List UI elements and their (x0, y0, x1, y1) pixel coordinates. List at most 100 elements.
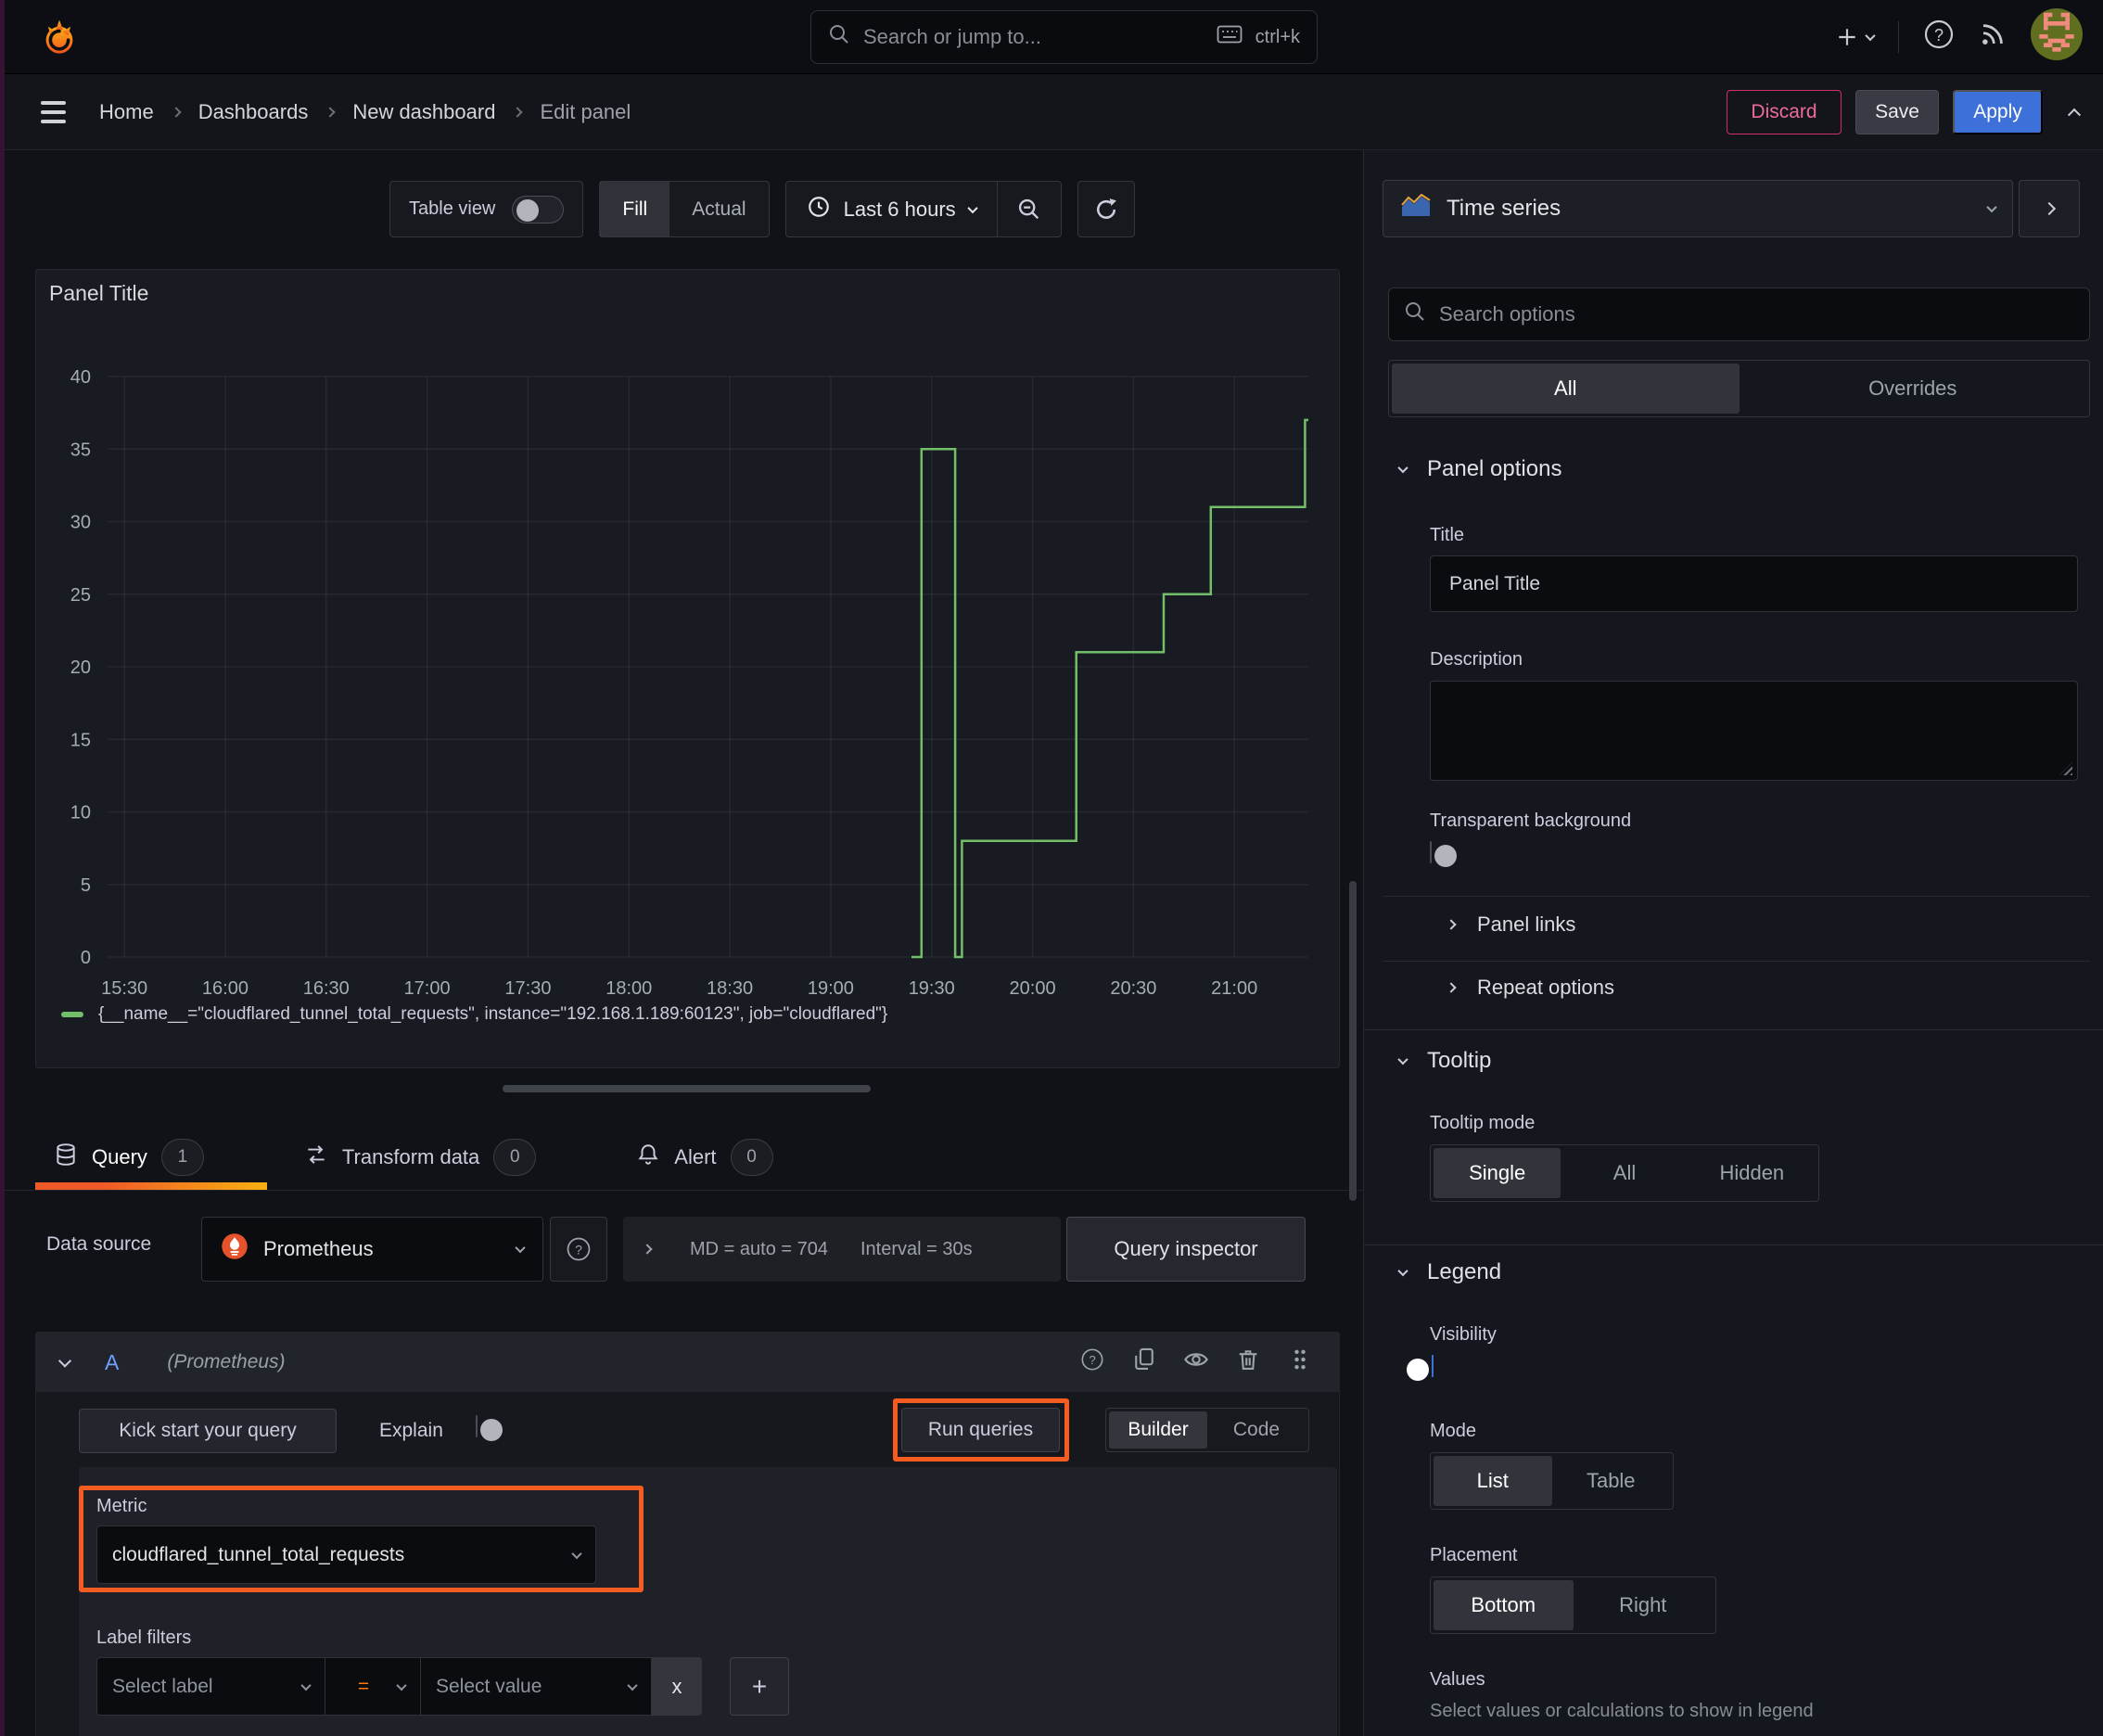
breadcrumb-separator-icon (512, 106, 524, 118)
tab-query-label: Query (92, 1145, 147, 1168)
scrollbar[interactable] (1349, 881, 1357, 1201)
search-shortcut: ctrl+k (1255, 26, 1300, 47)
delete-query-icon[interactable] (1235, 1347, 1261, 1378)
toggle-pane-button[interactable] (2019, 180, 2080, 237)
chevron-down-icon (627, 1679, 638, 1691)
query-options-row: MD = auto = 704 Interval = 30s (623, 1217, 1061, 1282)
visualization-picker[interactable]: Time series (1383, 180, 2013, 237)
fill-option[interactable]: Fill (600, 182, 670, 236)
chevron-right-icon (2042, 201, 2057, 216)
builder-option[interactable]: Builder (1109, 1411, 1207, 1449)
news-rss-icon[interactable] (1979, 20, 2007, 54)
actual-option[interactable]: Actual (669, 182, 768, 236)
query-row-header[interactable]: A (Prometheus) ? (36, 1333, 1339, 1392)
series-line[interactable] (911, 418, 1308, 959)
x-axis-tick-label: 16:30 (303, 978, 350, 999)
collapse-header-icon[interactable] (2067, 108, 2082, 121)
label-filter-label-select[interactable]: Select label (96, 1657, 325, 1716)
help-icon[interactable]: ? (1923, 19, 1955, 56)
query-help-icon[interactable]: ? (1079, 1347, 1105, 1378)
divider (1383, 896, 2090, 897)
all-overrides-tabs: All Overrides (1388, 360, 2090, 417)
metric-select[interactable]: cloudflared_tunnel_total_requests (96, 1525, 596, 1584)
time-series-chart[interactable]: 0 5 10 15 20 25 30 35 40 15:30 16:00 16:30 17:00 17:3… (36, 270, 1339, 1002)
add-new-button[interactable] (1835, 25, 1876, 49)
interval: Interval = 30s (860, 1238, 973, 1259)
tab-overrides[interactable]: Overrides (1740, 364, 2087, 414)
title-input[interactable]: Panel Title (1430, 555, 2078, 612)
top-nav: Search or jump to... ctrl+k ? (0, 0, 2103, 74)
query-inspector-button[interactable]: Query inspector (1066, 1217, 1306, 1282)
options-search-placeholder: Search options (1439, 302, 1575, 326)
search-placeholder: Search or jump to... (863, 25, 1041, 48)
datasource-help-button[interactable]: ? (550, 1217, 607, 1282)
zoom-out-button[interactable] (998, 182, 1061, 236)
run-queries-button[interactable]: Run queries (901, 1408, 1060, 1452)
tooltip-header[interactable]: Tooltip (1397, 1048, 1491, 1074)
repeat-options-section[interactable]: Repeat options (1446, 976, 1614, 1000)
tab-all[interactable]: All (1392, 364, 1740, 414)
mode-label: Mode (1430, 1421, 1477, 1441)
resize-handle[interactable] (503, 1085, 871, 1092)
description-textarea[interactable] (1430, 681, 2078, 781)
panel-options-title: Panel options (1427, 456, 1562, 481)
transparent-bg-toggle[interactable] (1430, 841, 1432, 863)
tooltip-hidden-option[interactable]: Hidden (1689, 1148, 1816, 1198)
kick-start-button[interactable]: Kick start your query (79, 1409, 337, 1453)
resize-corner-icon[interactable] (2059, 762, 2072, 775)
panel-links-section[interactable]: Panel links (1446, 913, 1575, 937)
prometheus-icon (221, 1232, 249, 1266)
transform-icon (304, 1142, 328, 1172)
panel-options-header[interactable]: Panel options (1397, 456, 1562, 482)
tab-alert-label: Alert (674, 1145, 717, 1168)
chevron-right-icon (1446, 982, 1457, 993)
chart-legend[interactable]: {__name__="cloudflared_tunnel_total_requ… (61, 1004, 887, 1025)
visibility-toggle[interactable] (1432, 1355, 1434, 1377)
collapse-query-icon[interactable] (57, 1354, 72, 1368)
tooltip-single-option[interactable]: Single (1434, 1148, 1561, 1198)
tooltip-all-option[interactable]: All (1561, 1148, 1688, 1198)
legend-header[interactable]: Legend (1397, 1259, 1501, 1285)
x-axis-tick-label: 15:30 (101, 978, 147, 999)
time-range-picker[interactable]: Last 6 hours (786, 182, 997, 236)
breadcrumb-dashboards[interactable]: Dashboards (198, 100, 309, 124)
x-axis-tick-label: 21:00 (1211, 978, 1257, 999)
explain-toggle[interactable] (476, 1415, 478, 1437)
metric-value: cloudflared_tunnel_total_requests (112, 1543, 405, 1565)
label-filter-operator-select[interactable]: = (325, 1657, 421, 1716)
tab-query[interactable]: Query 1 (35, 1125, 267, 1190)
tab-transform[interactable]: Transform data 0 (286, 1125, 545, 1190)
datasource-picker[interactable]: Prometheus (201, 1217, 543, 1282)
breadcrumb-new-dashboard[interactable]: New dashboard (352, 100, 495, 124)
placement-bottom-option[interactable]: Bottom (1434, 1580, 1574, 1630)
plus-icon: + (751, 1671, 768, 1701)
mode-list-option[interactable]: List (1434, 1456, 1552, 1506)
placement-right-option[interactable]: Right (1574, 1580, 1714, 1630)
breadcrumb-home[interactable]: Home (99, 100, 154, 124)
operator-value: = (357, 1675, 370, 1697)
remove-filter-button[interactable]: x (652, 1657, 702, 1716)
legend-mode-group: List Table (1430, 1452, 1674, 1510)
options-search-input[interactable]: Search options (1388, 287, 2090, 341)
avatar[interactable] (2031, 8, 2083, 66)
duplicate-query-icon[interactable] (1131, 1347, 1157, 1378)
hide-query-icon[interactable] (1183, 1347, 1209, 1378)
discard-button[interactable]: Discard (1727, 90, 1842, 134)
grafana-logo-icon[interactable] (41, 19, 78, 56)
mode-table-option[interactable]: Table (1552, 1456, 1671, 1506)
y-axis-tick-label: 10 (70, 803, 91, 823)
tab-alert[interactable]: Alert 0 (618, 1125, 782, 1190)
title-label: Title (1430, 525, 1465, 545)
code-option[interactable]: Code (1207, 1411, 1306, 1449)
label-filter-value-select[interactable]: Select value (421, 1657, 652, 1716)
global-search-input[interactable]: Search or jump to... ctrl+k (810, 10, 1318, 64)
apply-button[interactable]: Apply (1953, 90, 2043, 134)
placement-label: Placement (1430, 1545, 1518, 1565)
save-button[interactable]: Save (1855, 90, 1939, 134)
menu-icon[interactable] (41, 100, 66, 123)
refresh-button[interactable] (1077, 181, 1135, 237)
table-view-toggle[interactable] (512, 195, 565, 223)
drag-query-icon[interactable] (1287, 1347, 1313, 1378)
expand-options-icon[interactable] (642, 1244, 653, 1255)
add-filter-button[interactable]: + (730, 1657, 789, 1716)
